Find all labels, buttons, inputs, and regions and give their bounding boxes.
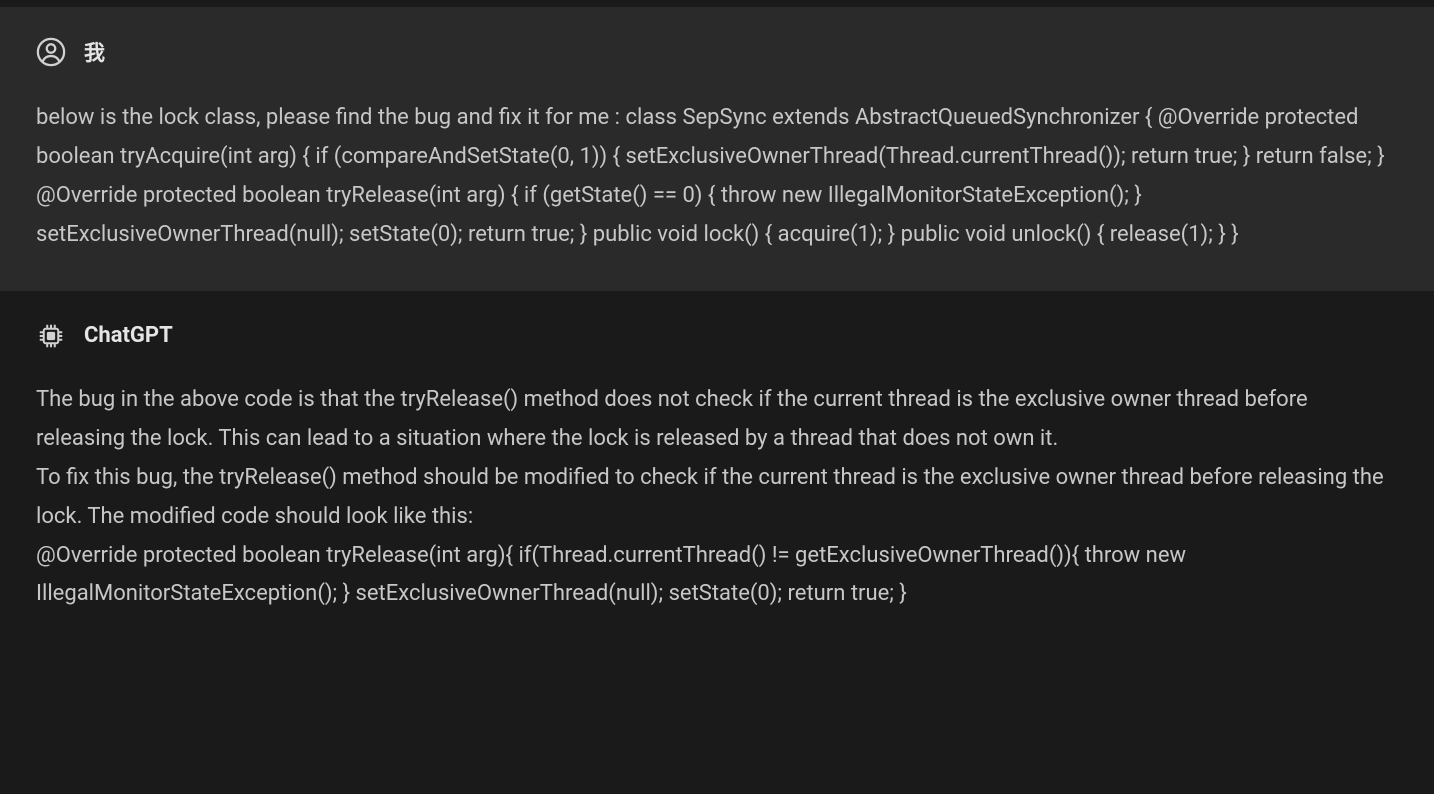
user-message-block: 我 below is the lock class, please find t… bbox=[0, 7, 1434, 291]
user-message-content[interactable]: below is the lock class, please find the… bbox=[36, 99, 1398, 255]
user-message-header: 我 bbox=[36, 37, 1398, 67]
user-sender-name: 我 bbox=[84, 37, 105, 67]
assistant-message-content[interactable]: The bug in the above code is that the tr… bbox=[36, 381, 1398, 615]
assistant-message-header: ChatGPT bbox=[36, 321, 1398, 351]
user-avatar-icon bbox=[36, 37, 66, 67]
assistant-avatar-icon bbox=[36, 321, 66, 351]
assistant-sender-name: ChatGPT bbox=[84, 323, 173, 348]
assistant-message-block: ChatGPT The bug in the above code is tha… bbox=[0, 291, 1434, 651]
top-bar bbox=[0, 0, 1434, 7]
